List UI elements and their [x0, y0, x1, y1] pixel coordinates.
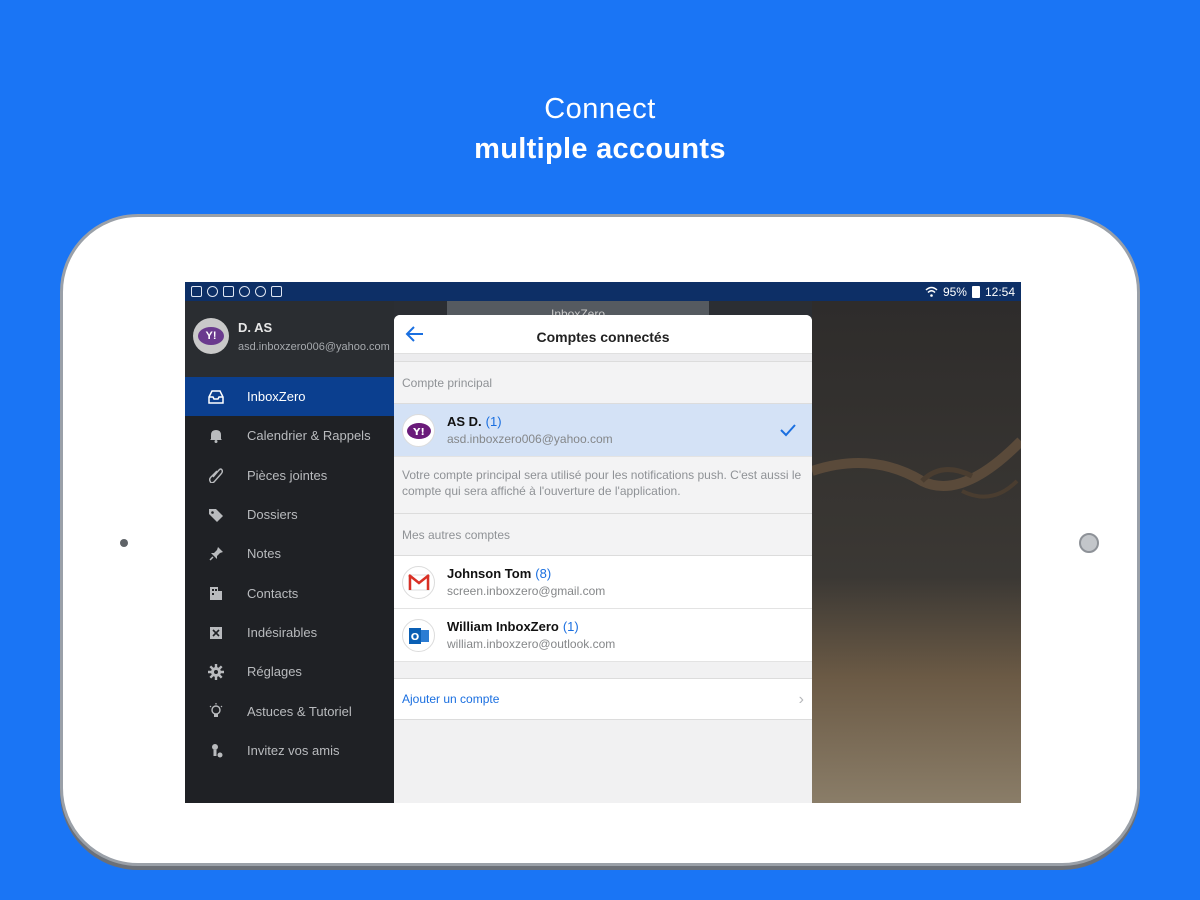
camera-dot	[120, 539, 128, 547]
menu-item-spam[interactable]: Indésirables	[185, 613, 394, 652]
menu-item-tips[interactable]: Astuces & Tutoriel	[185, 691, 394, 730]
add-account-label: Ajouter un compte	[402, 692, 500, 706]
background-image	[812, 301, 1021, 803]
menu-item-settings[interactable]: Réglages	[185, 652, 394, 691]
menu-label: InboxZero	[247, 389, 306, 405]
yahoo-logo-icon: Y!	[402, 414, 435, 447]
yahoo-logo-icon: Y!	[198, 327, 224, 345]
section-divider	[394, 354, 812, 362]
sync-icon	[207, 286, 218, 297]
calendar-icon	[271, 286, 282, 297]
menu-label: Calendrier & Rappels	[247, 428, 371, 444]
invite-icon	[185, 743, 247, 758]
account-name: AS D. (1)	[447, 414, 502, 429]
pin-icon	[185, 546, 247, 561]
notification-icons	[191, 286, 282, 297]
svg-text:O: O	[410, 632, 419, 643]
branch-decoration	[812, 437, 1021, 499]
device-screen: 95% 12:54 InboxZero Y! D. AS asd.inboxze…	[185, 282, 1021, 803]
menu-label: Astuces & Tutoriel	[247, 703, 352, 719]
avatar[interactable]: Y!	[193, 318, 229, 354]
account-row-gmail[interactable]: Johnson Tom (8) screen.inboxzero@gmail.co…	[394, 556, 812, 609]
mail-icon	[223, 286, 234, 297]
primary-account-note: Votre compte principal sera utilisé pour…	[394, 457, 812, 514]
connected-accounts-dialog: Comptes connectés Compte principal Y! AS…	[394, 315, 812, 803]
menu-item-notes[interactable]: Notes	[185, 534, 394, 573]
account-name: Johnson Tom (8)	[447, 566, 551, 581]
dialog-header: Comptes connectés	[394, 315, 812, 354]
app-icon	[239, 286, 250, 297]
account-name-text: William InboxZero	[447, 619, 559, 634]
unread-count: (8)	[535, 566, 552, 581]
drawer-user-name: D. AS	[238, 320, 273, 335]
battery-icon	[971, 285, 980, 298]
bell-icon	[185, 428, 247, 444]
menu-label: Pièces jointes	[247, 467, 328, 483]
add-account-button[interactable]: Ajouter un compte ›	[394, 678, 812, 720]
headline-line-1: Connect	[544, 93, 656, 125]
account-name: William InboxZero (1)	[447, 619, 579, 634]
chevron-right-icon: ›	[798, 691, 804, 708]
paperclip-icon	[185, 467, 247, 484]
menu-item-contacts[interactable]: Contacts	[185, 573, 394, 612]
account-row-primary[interactable]: Y! AS D. (1) asd.inboxzero006@yahoo.com	[394, 404, 812, 457]
menu-label: Indésirables	[247, 624, 318, 640]
photo-icon	[191, 286, 202, 297]
tag-icon	[185, 508, 247, 522]
clock: 12:54	[984, 284, 1015, 299]
menu-label: Notes	[247, 546, 281, 562]
gear-icon	[185, 663, 247, 680]
menu-label: Invitez vos amis	[247, 742, 340, 758]
menu-item-folders[interactable]: Dossiers	[185, 495, 394, 534]
menu-item-invite[interactable]: Invitez vos amis	[185, 731, 394, 770]
contacts-icon	[185, 586, 247, 601]
spam-icon	[185, 625, 247, 640]
wifi-icon	[925, 286, 938, 297]
battery-percent: 95%	[942, 284, 967, 299]
account-row-outlook[interactable]: O William InboxZero (1) william.inboxzero…	[394, 609, 812, 662]
check-icon	[780, 424, 796, 437]
dialog-title: Comptes connectés	[536, 329, 670, 345]
status-bar: 95% 12:54	[185, 282, 1021, 301]
menu-label: Réglages	[247, 664, 302, 680]
menu-item-calendar[interactable]: Calendrier & Rappels	[185, 416, 394, 455]
lightbulb-icon	[185, 703, 247, 719]
menu-item-inboxzero[interactable]: InboxZero	[185, 377, 394, 417]
drawer-header[interactable]: Y! D. AS asd.inboxzero006@yahoo.com	[185, 301, 394, 377]
svg-text:Y!: Y!	[412, 427, 425, 438]
menu-label: Dossiers	[247, 507, 298, 523]
account-name-text: AS D.	[447, 414, 482, 429]
navigation-drawer: Y! D. AS asd.inboxzero006@yahoo.com Inbo…	[185, 301, 394, 803]
headline: Connect multiple accounts	[0, 90, 1200, 170]
unread-count: (1)	[562, 619, 579, 634]
menu-label: Contacts	[247, 585, 299, 601]
account-email: william.inboxzero@outlook.com	[447, 637, 616, 651]
account-email: asd.inboxzero006@yahoo.com	[447, 432, 613, 446]
home-button[interactable]	[1079, 533, 1099, 553]
gmail-logo-icon	[402, 566, 435, 599]
menu-item-attachments[interactable]: Pièces jointes	[185, 456, 394, 495]
outlook-logo-icon: O	[402, 619, 435, 652]
primary-account-label: Compte principal	[394, 362, 812, 404]
messenger-icon	[255, 286, 266, 297]
drawer-user-email: asd.inboxzero006@yahoo.com	[238, 341, 390, 353]
inbox-icon	[185, 389, 247, 404]
headline-line-2: multiple accounts	[474, 133, 726, 165]
account-email: screen.inboxzero@gmail.com	[447, 584, 606, 598]
account-name-text: Johnson Tom	[447, 566, 532, 581]
unread-count: (1)	[485, 414, 502, 429]
other-accounts-label: Mes autres comptes	[394, 514, 812, 556]
